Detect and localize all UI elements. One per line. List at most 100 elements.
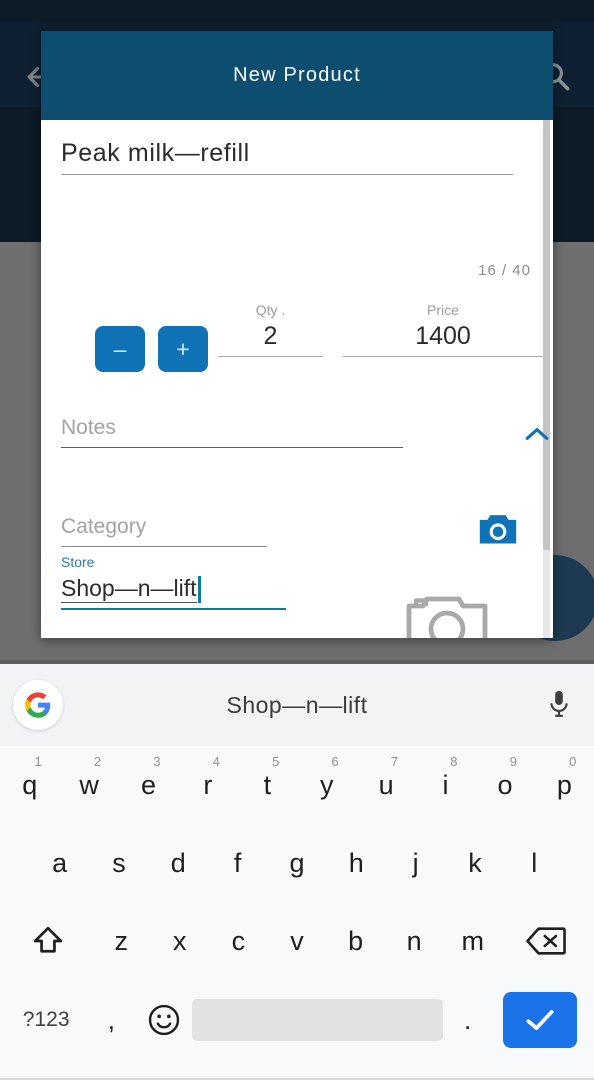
screen: New Product Peak milk—refill 16 / 40 – +… [0, 0, 594, 1080]
product-name-underline [61, 174, 513, 175]
key-q-number: 1 [34, 754, 42, 769]
key-p-label: p [556, 769, 572, 800]
new-product-dialog: New Product Peak milk—refill 16 / 40 – +… [41, 31, 553, 638]
price-label: Price [427, 302, 459, 318]
quantity-value: 2 [263, 322, 278, 350]
key-o-label: o [497, 769, 513, 800]
symbols-key[interactable]: ?123 [6, 981, 86, 1059]
chevron-up-icon[interactable] [524, 425, 550, 443]
price-field[interactable]: Price 1400 [343, 302, 543, 357]
category-field[interactable]: Category [61, 515, 267, 547]
microphone-icon[interactable] [546, 688, 572, 722]
product-name-field[interactable]: Peak milk—refill [61, 139, 513, 175]
key-y-label: y [319, 769, 334, 800]
dialog-header: New Product [41, 31, 553, 120]
store-value-wrap: Shop—n—lift [61, 570, 286, 608]
key-u-number: 7 [390, 754, 399, 769]
key-w-label: w [79, 769, 99, 800]
keyboard-row-4: ?123 , . [0, 980, 594, 1060]
key-p-number: 0 [569, 754, 577, 769]
key-n[interactable]: n [385, 902, 444, 980]
key-b[interactable]: b [326, 902, 385, 980]
key-g[interactable]: g [267, 824, 326, 902]
camera-outline-icon[interactable] [403, 588, 491, 638]
key-t[interactable]: 5t [238, 746, 297, 824]
comma-key[interactable]: , [86, 981, 136, 1059]
enter-key[interactable] [493, 981, 588, 1059]
category-placeholder: Category [61, 515, 147, 538]
key-j[interactable]: j [386, 824, 445, 902]
notes-field[interactable]: Notes [61, 416, 403, 448]
key-o-number: 9 [509, 754, 517, 769]
key-l[interactable]: l [505, 824, 564, 902]
keyboard-row-3: z x c v b n m [0, 902, 594, 980]
suggestion-strip: Shop—n—lift [0, 664, 594, 746]
key-t-label: t [263, 769, 272, 800]
price-underline [343, 356, 543, 357]
text-caret [197, 576, 201, 603]
key-f[interactable]: f [208, 824, 267, 902]
key-e[interactable]: 3e [119, 746, 178, 824]
camera-icon[interactable] [476, 509, 520, 549]
key-y-number: 6 [331, 754, 339, 769]
store-field[interactable]: Store Shop—n—lift [61, 554, 286, 610]
keyboard-row-1: 1q 2w 3e 4r 5t 6y 7u 8i 9o 0p [0, 746, 594, 824]
keyboard-rows: 1q 2w 3e 4r 5t 6y 7u 8i 9o 0p a s d f g … [0, 746, 594, 1080]
page-title: New Product [233, 64, 361, 86]
store-value: Shop—n—lift [61, 575, 197, 603]
key-u-label: u [378, 769, 394, 800]
spacebar-surface [191, 999, 443, 1041]
category-underline [61, 546, 267, 547]
key-s[interactable]: s [89, 824, 148, 902]
quantity-label: Qty . [255, 302, 286, 318]
key-v[interactable]: v [268, 902, 327, 980]
on-screen-keyboard: Shop—n—lift 1q 2w 3e 4r 5t 6y 7u 8i 9 o … [0, 660, 594, 1080]
key-q-label: q [22, 769, 38, 800]
key-y[interactable]: 6y [297, 746, 356, 824]
increment-button[interactable]: + [158, 326, 208, 372]
keyboard-row-2: a s d f g h j k l [0, 824, 594, 902]
notes-placeholder: Notes [61, 416, 116, 439]
key-i[interactable]: 8i [416, 746, 475, 824]
scrollbar-thumb[interactable] [543, 120, 550, 550]
key-t-number: 5 [272, 754, 280, 769]
quantity-price-row: – + Qty . 2 Price 1400 [53, 290, 543, 400]
suggestion-text[interactable]: Shop—n—lift [0, 692, 594, 719]
key-i-label: i [442, 769, 449, 800]
key-c[interactable]: c [209, 902, 268, 980]
key-q[interactable]: 1q [0, 746, 59, 824]
key-r[interactable]: 4r [178, 746, 237, 824]
key-x[interactable]: x [151, 902, 210, 980]
key-a[interactable]: a [30, 824, 89, 902]
decrement-button[interactable]: – [95, 326, 145, 372]
character-counter: 16 / 40 [478, 262, 531, 279]
key-d[interactable]: d [149, 824, 208, 902]
key-w[interactable]: 2w [59, 746, 118, 824]
notes-underline [61, 447, 403, 448]
quantity-field[interactable]: Qty . 2 [218, 302, 323, 357]
key-e-number: 3 [153, 754, 161, 769]
key-r-number: 4 [212, 754, 220, 769]
quantity-underline [218, 356, 323, 357]
key-m[interactable]: m [443, 902, 502, 980]
shift-icon[interactable] [4, 902, 92, 980]
store-label: Store [61, 554, 95, 570]
key-k[interactable]: k [445, 824, 504, 902]
key-o[interactable]: 9o [475, 746, 534, 824]
spacebar-key[interactable] [191, 981, 443, 1059]
product-name-value: Peak milk—refill [61, 139, 250, 167]
key-z[interactable]: z [92, 902, 151, 980]
key-u[interactable]: 7u [356, 746, 415, 824]
emoji-icon[interactable] [136, 981, 191, 1059]
price-value: 1400 [415, 322, 471, 350]
key-h[interactable]: h [327, 824, 386, 902]
key-e-label: e [141, 769, 157, 800]
backspace-icon[interactable] [502, 902, 590, 980]
key-i-number: 8 [450, 754, 458, 769]
google-g-icon[interactable] [13, 680, 63, 730]
store-underline-focused [61, 608, 286, 610]
checkmark-icon [503, 992, 578, 1048]
dialog-body: Peak milk—refill 16 / 40 – + Qty . 2 Pri… [41, 120, 553, 638]
key-p[interactable]: 0p [535, 746, 594, 824]
period-key[interactable]: . [443, 981, 493, 1059]
